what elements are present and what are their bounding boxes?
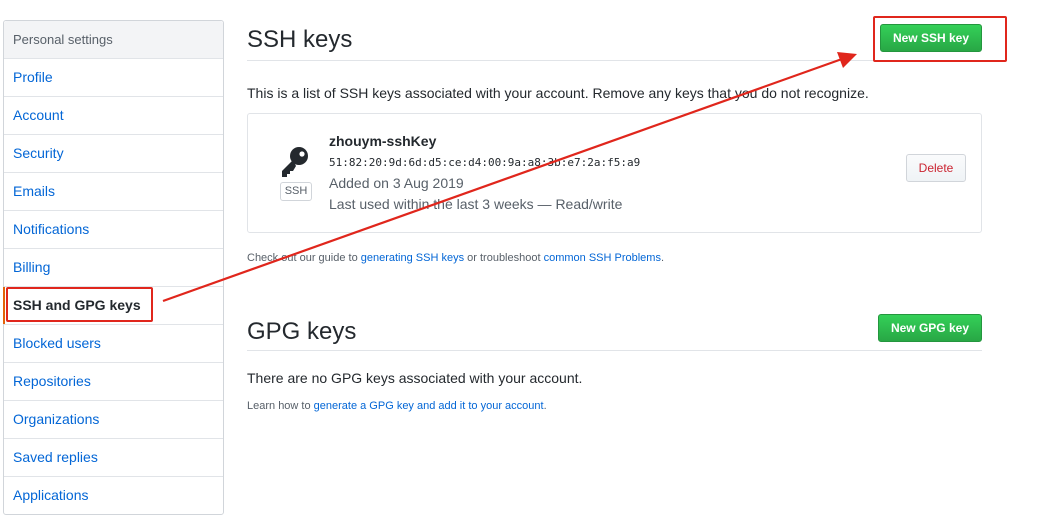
gpg-empty-message: There are no GPG keys associated with yo… (247, 370, 583, 386)
ssh-help-prefix: Check out our guide to (247, 252, 361, 264)
sidebar-item-ssh-gpg-keys[interactable]: SSH and GPG keys (3, 287, 223, 325)
ssh-keys-description: This is a list of SSH keys associated wi… (247, 85, 869, 101)
ssh-key-name: zhouym-sshKey (329, 133, 437, 149)
ssh-key-last-used: Last used within the last 3 weeks — Read… (329, 196, 623, 212)
generate-gpg-key-link[interactable]: generate a GPG key and add it to your ac… (314, 400, 544, 412)
gpg-help-prefix: Learn how to (247, 400, 314, 412)
ssh-key-item: SSH zhouym-sshKey 51:82:20:9d:6d:d5:ce:d… (247, 113, 982, 233)
new-gpg-key-button[interactable]: New GPG key (877, 314, 982, 342)
key-icon (282, 147, 308, 177)
ssh-key-added-date: Added on 3 Aug 2019 (329, 175, 464, 191)
ssh-help-middle: or troubleshoot (464, 252, 544, 264)
sidebar-item-account[interactable]: Account (4, 97, 223, 135)
common-ssh-problems-link[interactable]: common SSH Problems (544, 252, 661, 264)
sidebar-item-saved-replies[interactable]: Saved replies (4, 439, 223, 477)
sidebar-item-notifications[interactable]: Notifications (4, 211, 223, 249)
ssh-badge: SSH (280, 182, 312, 201)
main-content: SSH keys New SSH key This is a list of S… (247, 20, 982, 423)
delete-ssh-key-button[interactable]: Delete (906, 154, 966, 182)
ssh-help-note: Check out our guide to generating SSH ke… (247, 252, 982, 264)
new-ssh-key-button[interactable]: New SSH key (879, 24, 982, 52)
sidebar-item-billing[interactable]: Billing (4, 249, 223, 287)
gpg-keys-title: GPG keys (247, 318, 357, 345)
ssh-keys-section: SSH keys New SSH key This is a list of S… (247, 20, 982, 264)
ssh-keys-title: SSH keys (247, 26, 353, 53)
sidebar-item-emails[interactable]: Emails (4, 173, 223, 211)
sidebar-item-repositories[interactable]: Repositories (4, 363, 223, 401)
ssh-help-suffix: . (660, 252, 665, 264)
gpg-keys-header: GPG keys New GPG key (247, 306, 982, 351)
gpg-help-note: Learn how to generate a GPG key and add … (247, 400, 982, 412)
sidebar-header: Personal settings (4, 21, 223, 59)
sidebar-item-applications[interactable]: Applications (4, 477, 223, 514)
settings-sidebar: Personal settings Profile Account Securi… (3, 20, 224, 515)
sidebar-item-security[interactable]: Security (4, 135, 223, 173)
gpg-keys-section: GPG keys New GPG key There are no GPG ke… (247, 306, 982, 412)
sidebar-item-blocked-users[interactable]: Blocked users (4, 325, 223, 363)
ssh-keys-header: SSH keys New SSH key (247, 20, 982, 61)
sidebar-item-profile[interactable]: Profile (4, 59, 223, 97)
ssh-key-fingerprint: 51:82:20:9d:6d:d5:ce:d4:00:9a:a8:3b:e7:2… (329, 156, 641, 169)
gpg-help-suffix: . (543, 400, 547, 412)
sidebar-item-organizations[interactable]: Organizations (4, 401, 223, 439)
generating-ssh-keys-link[interactable]: generating SSH keys (361, 252, 464, 264)
